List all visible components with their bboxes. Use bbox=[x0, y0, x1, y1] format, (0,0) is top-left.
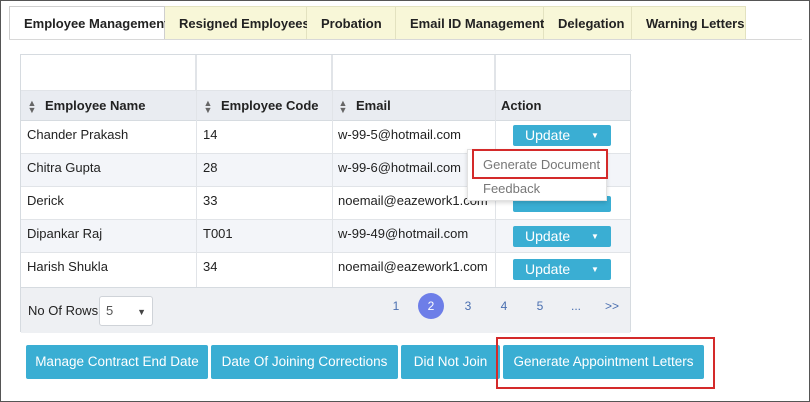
sort-icon: ▲ ▼ bbox=[203, 97, 213, 115]
did-not-join-button[interactable]: Did Not Join bbox=[401, 345, 500, 379]
tab-email-id-management[interactable]: Email ID Management bbox=[396, 6, 544, 40]
date-of-joining-corrections-button[interactable]: Date Of Joining Corrections bbox=[211, 345, 398, 379]
update-button[interactable]: Update ▼ bbox=[513, 125, 611, 146]
tab-delegation[interactable]: Delegation bbox=[544, 6, 632, 40]
update-label: Update bbox=[525, 228, 571, 244]
cell-code: 34 bbox=[203, 259, 218, 274]
page-last[interactable]: >> bbox=[599, 293, 625, 319]
filter-email[interactable] bbox=[332, 55, 495, 91]
tab-employee-management[interactable]: Employee Management bbox=[9, 6, 169, 40]
rows-per-page-label: No Of Rows : bbox=[28, 303, 106, 318]
filter-action bbox=[495, 55, 632, 91]
page-3[interactable]: 3 bbox=[455, 293, 481, 319]
filter-row bbox=[21, 55, 632, 91]
cell-code: 14 bbox=[203, 127, 218, 142]
table-row: Harish Shukla 34 noemail@eazework1.com U… bbox=[21, 253, 630, 287]
chevron-down-icon[interactable]: ▼ bbox=[585, 226, 605, 247]
chevron-down-icon[interactable]: ▼ bbox=[585, 125, 605, 146]
update-button[interactable]: Update ▼ bbox=[513, 226, 611, 247]
tab-warning-letters[interactable]: Warning Letters bbox=[632, 6, 746, 40]
table-row: Dipankar Raj T001 w-99-49@hotmail.com Up… bbox=[21, 220, 630, 253]
tab-bar: Employee Management Resigned Employees P… bbox=[9, 6, 746, 40]
chevron-down-icon[interactable]: ▼ bbox=[585, 259, 605, 280]
app-frame: Employee Management Resigned Employees P… bbox=[0, 0, 810, 402]
page-ellipsis: ... bbox=[570, 299, 581, 313]
update-label: Update bbox=[525, 127, 571, 143]
page-2[interactable]: 2 bbox=[418, 293, 444, 319]
cell-name: Harish Shukla bbox=[27, 259, 108, 274]
update-button[interactable]: Update ▼ bbox=[513, 259, 611, 280]
page-5[interactable]: 5 bbox=[527, 293, 553, 319]
cell-code: 33 bbox=[203, 193, 218, 208]
filter-name[interactable] bbox=[21, 55, 196, 91]
tab-probation[interactable]: Probation bbox=[307, 6, 396, 40]
cell-name: Chander Prakash bbox=[27, 127, 129, 142]
highlight-generate-document bbox=[472, 149, 608, 179]
header-employee-name[interactable]: ▲ ▼ Employee Name bbox=[27, 91, 146, 121]
rows-per-page-value: 5 bbox=[106, 303, 114, 318]
header-employee-code[interactable]: ▲ ▼ Employee Code bbox=[203, 91, 319, 121]
menu-item-feedback[interactable]: Feedback bbox=[483, 181, 540, 196]
cell-name: Derick bbox=[27, 193, 64, 208]
column-divider bbox=[196, 55, 197, 287]
tab-divider bbox=[9, 39, 802, 40]
rows-per-page-select[interactable]: 5 ▼ bbox=[99, 296, 153, 326]
cell-email: w-99-49@hotmail.com bbox=[338, 226, 469, 241]
table-footer: No Of Rows : 5 ▼ 1 2 3 4 5 ... >> bbox=[21, 287, 630, 333]
page-1[interactable]: 1 bbox=[383, 293, 409, 319]
column-divider bbox=[332, 55, 333, 287]
cell-name: Chitra Gupta bbox=[27, 160, 101, 175]
sort-icon: ▲ ▼ bbox=[338, 97, 348, 115]
filter-code[interactable] bbox=[196, 55, 332, 91]
cell-email: noemail@eazework1.com bbox=[338, 259, 488, 274]
tab-resigned-employees[interactable]: Resigned Employees bbox=[165, 6, 310, 40]
table-header: ▲ ▼ Employee Name ▲ ▼ Employee Code ▲ ▼ Email … bbox=[21, 91, 630, 121]
sort-icon: ▲ ▼ bbox=[27, 97, 37, 115]
chevron-down-icon: ▼ bbox=[137, 307, 146, 317]
update-label: Update bbox=[525, 261, 571, 277]
header-action: Action bbox=[501, 98, 542, 113]
cell-name: Dipankar Raj bbox=[27, 226, 103, 241]
cell-code: T001 bbox=[203, 226, 233, 241]
header-email[interactable]: ▲ ▼ Email bbox=[338, 91, 391, 121]
page-4[interactable]: 4 bbox=[491, 293, 517, 319]
highlight-generate-appointment-letters bbox=[496, 337, 715, 389]
manage-contract-end-date-button[interactable]: Manage Contract End Date bbox=[26, 345, 208, 379]
cell-code: 28 bbox=[203, 160, 218, 175]
